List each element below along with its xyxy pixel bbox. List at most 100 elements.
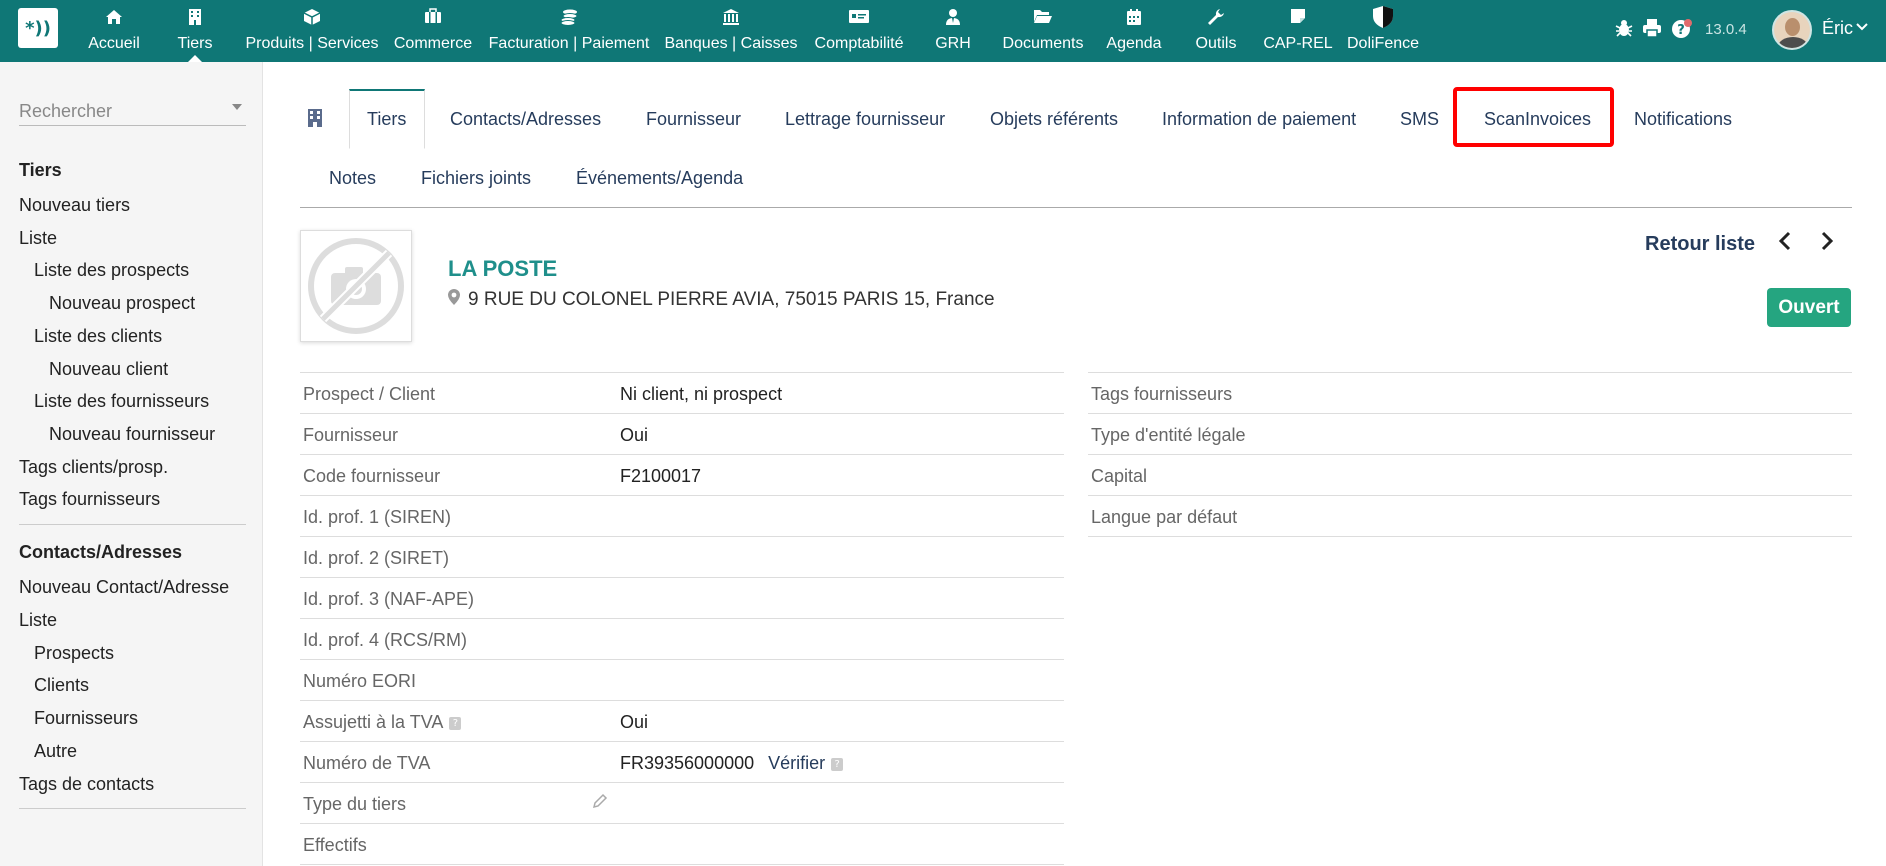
company-address: 9 RUE DU COLONEL PIERRE AVIA, 75015 PARI… [448,288,995,311]
menu-item-comptabilite[interactable]: Comptabilité [811,0,907,62]
info-icon[interactable]: ? [831,757,844,771]
sidebar-item-tags-clients[interactable]: Tags clients/prosp. [19,457,168,478]
sidebar-item-liste-clients[interactable]: Liste des clients [34,326,162,347]
sidebar-divider [19,808,246,809]
user-avatar[interactable] [1772,10,1812,50]
table-row: Effectifs [300,824,1064,865]
shield-icon [1372,6,1394,30]
sidebar-item-contacts-liste[interactable]: Liste [19,610,57,631]
briefcase-icon [424,8,442,30]
table-row: Type d'entité légale [1088,414,1852,455]
tab-information-paiement[interactable]: Information de paiement [1162,109,1356,130]
map-marker-icon [448,288,462,310]
top-navbar: *)) Accueil Tiers Produits | Services Co… [0,0,1886,62]
table-row: Langue par défaut [1088,496,1852,537]
sidebar-item-liste[interactable]: Liste [19,228,57,249]
bank-icon [722,8,740,30]
table-row: Id. prof. 1 (SIREN) [300,496,1064,537]
tab-notes[interactable]: Notes [329,168,376,189]
sidebar-item-nouveau-contact[interactable]: Nouveau Contact/Adresse [19,577,229,598]
home-icon [105,8,123,30]
menu-item-banques[interactable]: Banques | Caisses [664,0,798,62]
table-row: Tags fournisseurs [1088,373,1852,414]
sidebar-section-contacts[interactable]: Contacts/Adresses [19,542,182,563]
field-label: Assujetti à la TVA [303,712,444,732]
menu-item-tiers[interactable]: Tiers [172,0,218,62]
verify-vat-link[interactable]: Vérifier [768,753,825,773]
tab-divider [300,207,1852,208]
menu-item-agenda[interactable]: Agenda [1106,0,1162,62]
back-to-list-link[interactable]: Retour liste [1645,233,1755,256]
fields-table-left: Prospect / Client Ni client, ni prospect… [300,372,1064,865]
sidebar-item-contacts-fournisseurs[interactable]: Fournisseurs [34,708,138,729]
tab-lettrage-fournisseur[interactable]: Lettrage fournisseur [785,109,945,130]
menu-item-produits-services[interactable]: Produits | Services [244,0,380,62]
menu-item-accueil[interactable]: Accueil [84,0,144,62]
sidebar-item-nouveau-client[interactable]: Nouveau client [49,359,168,380]
user-name[interactable]: Éric [1822,18,1853,39]
sidebar-item-liste-fournisseurs[interactable]: Liste des fournisseurs [34,391,209,412]
info-icon[interactable]: ? [449,716,462,730]
menu-item-outils[interactable]: Outils [1194,0,1238,62]
app-logo[interactable]: *)) [18,8,58,48]
menu-item-dolifence[interactable]: DoliFence [1346,0,1420,62]
cube-icon [303,8,321,30]
sidebar-item-tags-contacts[interactable]: Tags de contacts [19,774,154,795]
company-logo-placeholder[interactable] [300,230,412,342]
sidebar-item-liste-prospects[interactable]: Liste des prospects [34,260,189,281]
menu-item-cap-rel[interactable]: CAP-REL [1263,0,1333,62]
highlight-box [1453,87,1614,147]
table-row: Code fournisseur F2100017 [300,455,1064,496]
menu-item-documents[interactable]: Documents [1000,0,1086,62]
help-icon[interactable]: ? [1671,18,1693,45]
search-select[interactable] [19,98,246,126]
tab-contacts-adresses[interactable]: Contacts/Adresses [450,109,601,130]
building-icon [188,8,202,30]
tab-evenements-agenda[interactable]: Événements/Agenda [576,168,743,189]
table-row: Fournisseur Oui [300,414,1064,455]
version-label: 13.0.4 [1705,21,1747,38]
search-input[interactable] [19,98,229,124]
chevron-down-icon[interactable] [1856,20,1868,36]
sidebar-divider [19,524,246,525]
tab-notifications[interactable]: Notifications [1634,109,1732,130]
sidebar-item-contacts-prospects[interactable]: Prospects [34,643,114,664]
menu-item-commerce[interactable]: Commerce [392,0,474,62]
sidebar-section-tiers[interactable]: Tiers [19,160,62,181]
tab-tiers[interactable]: Tiers [367,109,406,130]
pencil-icon[interactable] [592,793,608,814]
sticky-note-icon [1290,8,1306,30]
sidebar-item-nouveau-tiers[interactable]: Nouveau tiers [19,195,130,216]
table-row: Id. prof. 4 (RCS/RM) [300,619,1064,660]
tab-sms[interactable]: SMS [1400,109,1439,130]
sidebar-item-nouveau-fournisseur[interactable]: Nouveau fournisseur [49,424,215,445]
chevron-left-icon[interactable] [1778,231,1792,257]
sidebar-item-tags-fournisseurs[interactable]: Tags fournisseurs [19,489,160,510]
coins-icon [560,8,578,30]
svg-text:?: ? [1677,23,1685,38]
tab-fichiers-joints[interactable]: Fichiers joints [421,168,531,189]
caret-down-icon[interactable] [232,104,242,110]
vat-number: FR39356000000 [620,753,755,773]
company-address-text: 9 RUE DU COLONEL PIERRE AVIA, 75015 PARI… [468,289,995,310]
tab-objets-referents[interactable]: Objets référents [990,109,1118,130]
table-row: Id. prof. 3 (NAF-APE) [300,578,1064,619]
table-row: Numéro de TVA FR39356000000 Vérifier? [300,742,1064,783]
user-tie-icon [945,8,961,30]
chevron-right-icon[interactable] [1820,231,1834,257]
bug-icon[interactable] [1614,18,1634,43]
building-icon [307,108,323,133]
company-name: LA POSTE [448,256,558,281]
tab-fournisseur[interactable]: Fournisseur [646,109,741,130]
print-icon[interactable] [1642,18,1662,43]
wrench-icon [1207,8,1225,30]
table-row: Assujetti à la TVA? Oui [300,701,1064,742]
sidebar-item-contacts-autre[interactable]: Autre [34,741,77,762]
menu-item-facturation[interactable]: Facturation | Paiement [486,0,652,62]
sidebar-item-contacts-clients[interactable]: Clients [34,675,89,696]
menu-item-grh[interactable]: GRH [932,0,974,62]
table-row: Capital [1088,455,1852,496]
folder-open-icon [1033,8,1053,30]
fields-table-right: Tags fournisseurs Type d'entité légale C… [1088,372,1852,537]
sidebar-item-nouveau-prospect[interactable]: Nouveau prospect [49,293,195,314]
